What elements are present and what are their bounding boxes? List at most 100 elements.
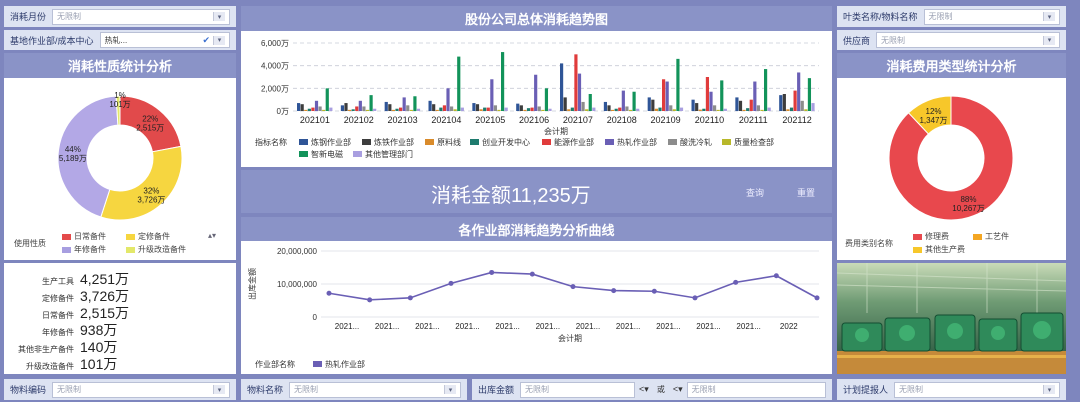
- chevron-down-icon[interactable]: ▾: [1043, 35, 1055, 45]
- x-tick-label: 2022: [780, 322, 798, 331]
- filter-base-unit: 基地作业部/成本中心 热轧... ✔ ▾: [4, 30, 236, 50]
- chevron-down-icon[interactable]: ▾: [213, 12, 225, 21]
- base-unit-select[interactable]: 热轧... ✔ ▾: [99, 32, 230, 48]
- overall-trend-bar-chart: 6,000万 4,000万 2,000万 0万 202101 202102 202103 20…: [255, 39, 819, 159]
- operator-select[interactable]: <▾: [673, 384, 683, 395]
- material-name-select[interactable]: 无限制 ▾: [923, 8, 1060, 25]
- legend-item: 质量检查部: [734, 137, 774, 147]
- bar: [358, 100, 362, 111]
- bar: [340, 105, 345, 111]
- bar: [702, 108, 706, 111]
- slice-value: 1,347万: [919, 116, 947, 125]
- query-button[interactable]: 查询: [746, 186, 764, 199]
- bar: [479, 109, 483, 111]
- filter-label: 物料名称: [247, 385, 284, 395]
- cost-type-donut: 88%10,267万 12%1,347万: [888, 95, 1014, 221]
- bar: [351, 109, 355, 111]
- slice-value: 10,267万: [952, 204, 984, 213]
- bar: [369, 95, 373, 111]
- bar: [723, 108, 727, 111]
- chevron-down-icon[interactable]: ▾: [1043, 385, 1055, 394]
- bar: [388, 104, 392, 111]
- legend-item: 原料线: [437, 137, 461, 147]
- legend-item[interactable]: 年修备件: [62, 244, 126, 255]
- total-bar: 消耗金额11,235万 查询 重置: [241, 170, 832, 213]
- panel-title: 消耗费用类型统计分析: [837, 53, 1066, 78]
- reset-button[interactable]: 重置: [797, 186, 815, 199]
- x-tick-label: 2021...: [616, 322, 640, 331]
- legend-item[interactable]: 日常备件: [62, 231, 126, 242]
- bar: [695, 103, 699, 111]
- bar: [585, 109, 589, 111]
- bar: [676, 58, 680, 111]
- bar: [654, 108, 659, 111]
- bar: [811, 103, 815, 111]
- stat-label: 生产工具: [42, 277, 74, 286]
- chevron-down-icon[interactable]: ▾: [444, 385, 456, 394]
- y-tick-label: 10,000,000: [277, 280, 318, 289]
- bar: [716, 109, 720, 111]
- slice-pct: 1%: [114, 91, 126, 100]
- bar: [348, 109, 352, 111]
- bar: [373, 108, 377, 111]
- bar: [325, 88, 329, 111]
- bar: [588, 94, 592, 111]
- legend-item[interactable]: 工艺件: [973, 231, 1033, 242]
- slice-value: 5,189万: [59, 154, 87, 163]
- bar: [534, 74, 538, 111]
- y-tick-label: 6,000万: [261, 39, 289, 48]
- chevron-down-icon[interactable]: ▾: [1043, 12, 1055, 21]
- x-tick-label: 202106: [519, 115, 549, 125]
- y-tick-label: 0万: [277, 107, 289, 116]
- material-code-select[interactable]: 无限制 ▾: [52, 381, 230, 398]
- or-label: 或: [656, 385, 665, 394]
- bar: [399, 107, 403, 111]
- panel-title: 各作业部消耗趋势分析曲线: [241, 217, 832, 241]
- x-tick-label: 202103: [388, 115, 418, 125]
- amount-min-input[interactable]: 无限制: [520, 381, 636, 398]
- chevron-down-icon[interactable]: ▾: [213, 35, 225, 45]
- supplier-select[interactable]: 无限制 ▾: [876, 32, 1060, 48]
- x-tick-label: 202109: [651, 115, 681, 125]
- bar: [807, 78, 812, 111]
- operator-select[interactable]: <▾: [639, 384, 649, 395]
- bar: [789, 107, 794, 111]
- bar: [504, 107, 508, 111]
- material-desc-select[interactable]: 无限制 ▾: [289, 381, 461, 398]
- donut-legend: 费用类别名称 修理费 工艺件 其他生产费: [845, 231, 1060, 255]
- filter-label: 消耗月份: [10, 12, 47, 22]
- data-point: [692, 295, 698, 301]
- planner-select[interactable]: 无限制 ▾: [894, 381, 1060, 398]
- bar: [490, 79, 494, 111]
- filter-label: 出库金额: [478, 385, 515, 395]
- filter-consume-month: 消耗月份 无限制 ▾: [4, 6, 236, 27]
- data-point: [367, 297, 373, 303]
- consume-month-select[interactable]: 无限制 ▾: [52, 8, 230, 25]
- legend-item[interactable]: 修理费: [913, 231, 973, 242]
- bar: [632, 91, 636, 111]
- slice-pct: 22%: [142, 114, 158, 123]
- bar: [391, 109, 396, 111]
- legend-item[interactable]: 其他生产费: [913, 244, 993, 255]
- legend-item[interactable]: 升级改造备件: [126, 244, 200, 255]
- bar: [713, 105, 717, 111]
- y-tick-label: 0: [313, 313, 318, 322]
- stat-row: 定修备件 3,726万: [12, 286, 244, 304]
- filter-material-name: 叶类名称/物料名称 无限制 ▾: [837, 6, 1066, 27]
- chevron-down-icon[interactable]: ▾: [213, 385, 225, 394]
- bar: [435, 109, 439, 111]
- legend-scroll-icon[interactable]: ▴▾: [208, 231, 216, 255]
- bar: [570, 107, 574, 111]
- slice-value: 101万: [109, 100, 130, 109]
- data-point: [814, 295, 820, 301]
- slice-pct: 88%: [960, 195, 976, 204]
- bar: [567, 109, 571, 111]
- bar: [365, 109, 370, 111]
- legend-label: 作业部名称: [255, 359, 295, 369]
- legend-item[interactable]: 定修备件: [126, 231, 190, 242]
- data-point: [407, 295, 413, 301]
- bar: [679, 107, 684, 111]
- bar: [800, 100, 804, 111]
- amount-max-input[interactable]: 无限制: [686, 381, 826, 398]
- slice-value: 3,726万: [137, 196, 165, 205]
